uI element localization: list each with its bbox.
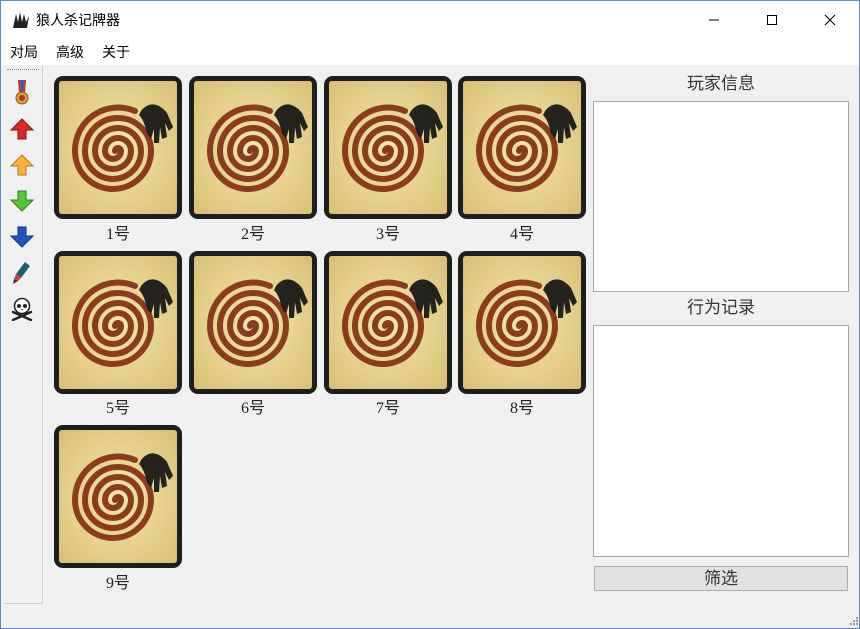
menu-bar: 对局 高级 关于	[1, 39, 859, 65]
arrow-down-blue-icon	[10, 226, 34, 248]
card-art	[329, 81, 447, 214]
resize-grip-icon[interactable]	[847, 616, 859, 628]
card-art	[194, 256, 312, 389]
filter-button[interactable]: 筛选	[594, 566, 848, 591]
maximize-button[interactable]	[743, 1, 801, 39]
card-art	[59, 430, 177, 563]
sheriff-badge-icon	[15, 80, 29, 105]
card-art	[463, 256, 581, 389]
player-label-3: 3号	[375, 226, 400, 243]
wolf-claw-icon	[13, 12, 29, 28]
minimize-button[interactable]	[685, 1, 743, 39]
player-label-2: 2号	[240, 226, 265, 243]
spiral-claw-icon	[59, 81, 177, 214]
minimize-icon	[709, 19, 719, 21]
app-window: 狼人杀记牌器 对局 高级 关于 1号 2号 3号 4号 5号 6号 7号 8号 …	[0, 0, 860, 629]
player-info-box[interactable]	[593, 101, 849, 292]
player-label-6: 6号	[240, 400, 265, 417]
player-card-8[interactable]	[458, 251, 586, 394]
close-icon	[824, 14, 836, 26]
card-art	[59, 81, 177, 214]
spiral-claw-icon	[463, 81, 581, 214]
player-card-6[interactable]	[189, 251, 317, 394]
spiral-claw-icon	[463, 256, 581, 389]
action-log-title: 行为记录	[687, 298, 755, 317]
card-art	[329, 256, 447, 389]
player-label-1: 1号	[105, 226, 130, 243]
toolbar-grip[interactable]	[7, 69, 39, 71]
vote-up-red-button[interactable]	[10, 116, 34, 142]
player-label-8: 8号	[509, 400, 534, 417]
player-card-4[interactable]	[458, 76, 586, 219]
card-art	[463, 81, 581, 214]
vote-down-blue-button[interactable]	[10, 224, 34, 250]
player-label-5: 5号	[105, 400, 130, 417]
player-label-4: 4号	[509, 226, 534, 243]
menu-about[interactable]: 关于	[102, 43, 130, 61]
menu-advanced[interactable]: 高级	[56, 43, 84, 61]
spiral-claw-icon	[194, 256, 312, 389]
spiral-claw-icon	[329, 81, 447, 214]
skull-crossbones-icon	[11, 297, 33, 321]
player-card-5[interactable]	[54, 251, 182, 394]
title-bar: 狼人杀记牌器	[1, 1, 859, 39]
arrow-up-orange-icon	[10, 154, 34, 176]
arrow-up-red-icon	[10, 118, 34, 140]
close-button[interactable]	[801, 1, 859, 39]
kill-button[interactable]	[10, 296, 34, 322]
spiral-claw-icon	[59, 256, 177, 389]
action-log-box[interactable]	[593, 325, 849, 557]
player-card-9[interactable]	[54, 425, 182, 568]
spiral-claw-icon	[194, 81, 312, 214]
player-card-3[interactable]	[324, 76, 452, 219]
vote-up-orange-button[interactable]	[10, 152, 34, 178]
player-label-7: 7号	[375, 400, 400, 417]
card-art	[59, 256, 177, 389]
player-card-1[interactable]	[54, 76, 182, 219]
spiral-claw-icon	[329, 256, 447, 389]
menu-game[interactable]: 对局	[10, 43, 38, 61]
card-art	[194, 81, 312, 214]
player-card-7[interactable]	[324, 251, 452, 394]
pen-icon	[13, 262, 30, 284]
player-info-title: 玩家信息	[687, 74, 755, 93]
player-card-2[interactable]	[189, 76, 317, 219]
spiral-claw-icon	[59, 430, 177, 563]
player-label-9: 9号	[105, 575, 130, 592]
arrow-down-green-icon	[10, 190, 34, 212]
window-title: 狼人杀记牌器	[36, 12, 120, 28]
vote-down-green-button[interactable]	[10, 188, 34, 214]
pen-button[interactable]	[10, 260, 34, 286]
maximize-icon	[767, 15, 777, 25]
sheriff-badge-button[interactable]	[10, 80, 34, 106]
left-toolbar	[4, 66, 43, 604]
